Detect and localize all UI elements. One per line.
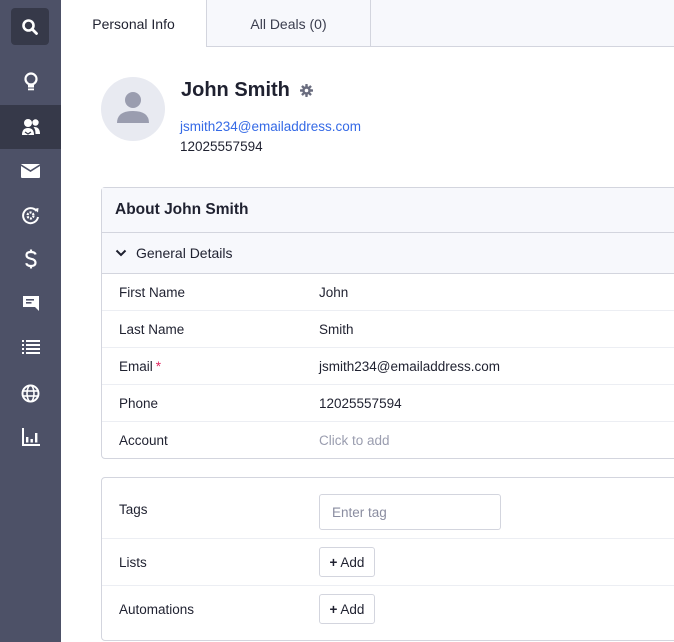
- sidebar-item-lists[interactable]: [0, 325, 61, 369]
- tags-row: Tags: [102, 478, 674, 539]
- add-label: Add: [340, 601, 365, 617]
- automations-label: Automations: [119, 602, 195, 617]
- automations-row: Automations + Add: [102, 586, 674, 633]
- add-automation-button[interactable]: + Add: [319, 594, 375, 624]
- sidebar-item-ideas[interactable]: [0, 60, 61, 104]
- first-name-value[interactable]: John: [319, 285, 348, 300]
- sidebar-item-website[interactable]: [0, 371, 61, 415]
- last-name-value[interactable]: Smith: [319, 322, 354, 337]
- field-row-phone: Phone 12025557594: [102, 385, 674, 422]
- sidebar-item-reports[interactable]: [0, 415, 61, 459]
- tab-all-deals[interactable]: All Deals (0): [206, 0, 371, 47]
- dollar-icon: [24, 249, 38, 269]
- contacts-icon: [21, 118, 41, 136]
- tags-label: Tags: [119, 502, 148, 517]
- chat-icon: [22, 295, 40, 312]
- sidebar-item-contacts[interactable]: [0, 105, 61, 149]
- tag-input[interactable]: [319, 494, 501, 530]
- plus-icon: +: [329, 554, 338, 570]
- list-icon: [21, 339, 40, 355]
- lists-row: Lists + Add: [102, 539, 674, 586]
- contact-name-heading: John Smith: [181, 79, 313, 102]
- chevron-down-icon: [115, 249, 127, 257]
- contact-email-link[interactable]: jsmith234@emailaddress.com: [180, 119, 361, 134]
- field-row-account: Account Click to add: [102, 422, 674, 459]
- lightbulb-icon: [23, 72, 39, 92]
- general-details-toggle[interactable]: General Details: [102, 233, 674, 274]
- add-list-button[interactable]: + Add: [319, 547, 375, 577]
- plus-icon: +: [329, 601, 338, 617]
- contact-phone: 12025557594: [180, 139, 263, 154]
- field-label: Phone: [119, 395, 159, 411]
- contact-name: John Smith: [181, 79, 290, 101]
- field-label-text: Email: [119, 358, 153, 374]
- sidebar: [0, 0, 61, 642]
- sidebar-item-search[interactable]: [11, 8, 49, 45]
- account-click-to-add[interactable]: Click to add: [319, 433, 390, 448]
- about-card-title: About John Smith: [102, 188, 674, 233]
- automation-cycle-icon: [21, 206, 40, 225]
- sidebar-item-automations[interactable]: [0, 193, 61, 237]
- field-row-last-name: Last Name Smith: [102, 311, 674, 348]
- lists-label: Lists: [119, 555, 147, 570]
- user-silhouette-icon: [116, 91, 150, 128]
- avatar[interactable]: [101, 77, 165, 141]
- email-value[interactable]: jsmith234@emailaddress.com: [319, 359, 500, 374]
- add-label: Add: [340, 554, 365, 570]
- tab-bar: Personal Info All Deals (0): [61, 0, 674, 48]
- required-asterisk: *: [155, 358, 162, 374]
- field-label-email: Email *: [119, 359, 161, 374]
- general-details-label: General Details: [136, 245, 233, 261]
- field-row-email: Email * jsmith234@emailaddress.com: [102, 348, 674, 385]
- field-label: Account: [119, 433, 168, 448]
- gear-icon[interactable]: [299, 84, 313, 97]
- tags-lists-automations-card: Tags Lists + Add Automations + Add: [101, 477, 674, 641]
- tab-personal-info[interactable]: Personal Info: [61, 0, 206, 48]
- about-card: About John Smith General Details First N…: [101, 187, 674, 459]
- search-icon: [21, 18, 39, 36]
- globe-icon: [21, 384, 40, 403]
- envelope-icon: [21, 164, 40, 178]
- bar-chart-icon: [21, 428, 40, 446]
- sidebar-item-deals[interactable]: [0, 237, 61, 281]
- sidebar-item-conversations[interactable]: [0, 281, 61, 325]
- field-label: First Name: [119, 284, 186, 300]
- field-label: Last Name: [119, 321, 185, 337]
- field-row-first-name: First Name John: [102, 274, 674, 311]
- sidebar-item-campaigns[interactable]: [0, 149, 61, 193]
- phone-value[interactable]: 12025557594: [319, 396, 402, 411]
